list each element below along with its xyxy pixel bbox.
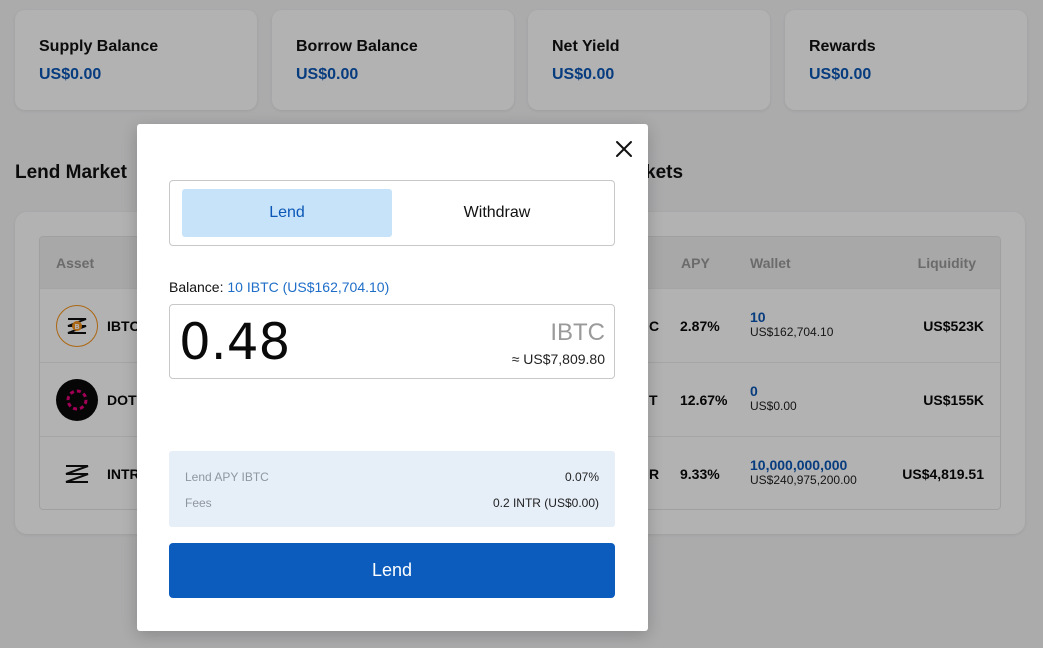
amount-input[interactable]: 0.48 <box>179 314 290 370</box>
amount-input-field[interactable]: 0.48 IBTC ≈ US$7,809.80 <box>169 304 615 379</box>
tab-withdraw[interactable]: Withdraw <box>392 189 602 237</box>
info-row-fees: Fees 0.2 INTR (US$0.00) <box>185 496 599 510</box>
amount-usd-equivalent: ≈ US$7,809.80 <box>511 351 605 367</box>
amount-ticker: IBTC <box>550 319 605 346</box>
transaction-info: Lend APY IBTC 0.07% Fees 0.2 INTR (US$0.… <box>169 451 615 527</box>
info-label: Lend APY IBTC <box>185 470 269 484</box>
balance-label: Balance: <box>169 279 224 295</box>
info-row-apy: Lend APY IBTC 0.07% <box>185 470 599 484</box>
info-value: 0.2 INTR (US$0.00) <box>492 496 599 510</box>
action-tabs: Lend Withdraw <box>169 180 615 246</box>
close-icon[interactable] <box>613 138 635 160</box>
lend-modal: Lend Withdraw Balance: 10 IBTC (US$162,7… <box>137 124 648 631</box>
info-label: Fees <box>185 496 212 510</box>
balance-max-link[interactable]: 10 IBTC (US$162,704.10) <box>227 279 389 295</box>
lend-submit-button[interactable]: Lend <box>169 543 615 598</box>
tab-lend[interactable]: Lend <box>182 189 392 237</box>
info-value: 0.07% <box>564 470 599 484</box>
balance-line: Balance: 10 IBTC (US$162,704.10) <box>169 279 389 295</box>
